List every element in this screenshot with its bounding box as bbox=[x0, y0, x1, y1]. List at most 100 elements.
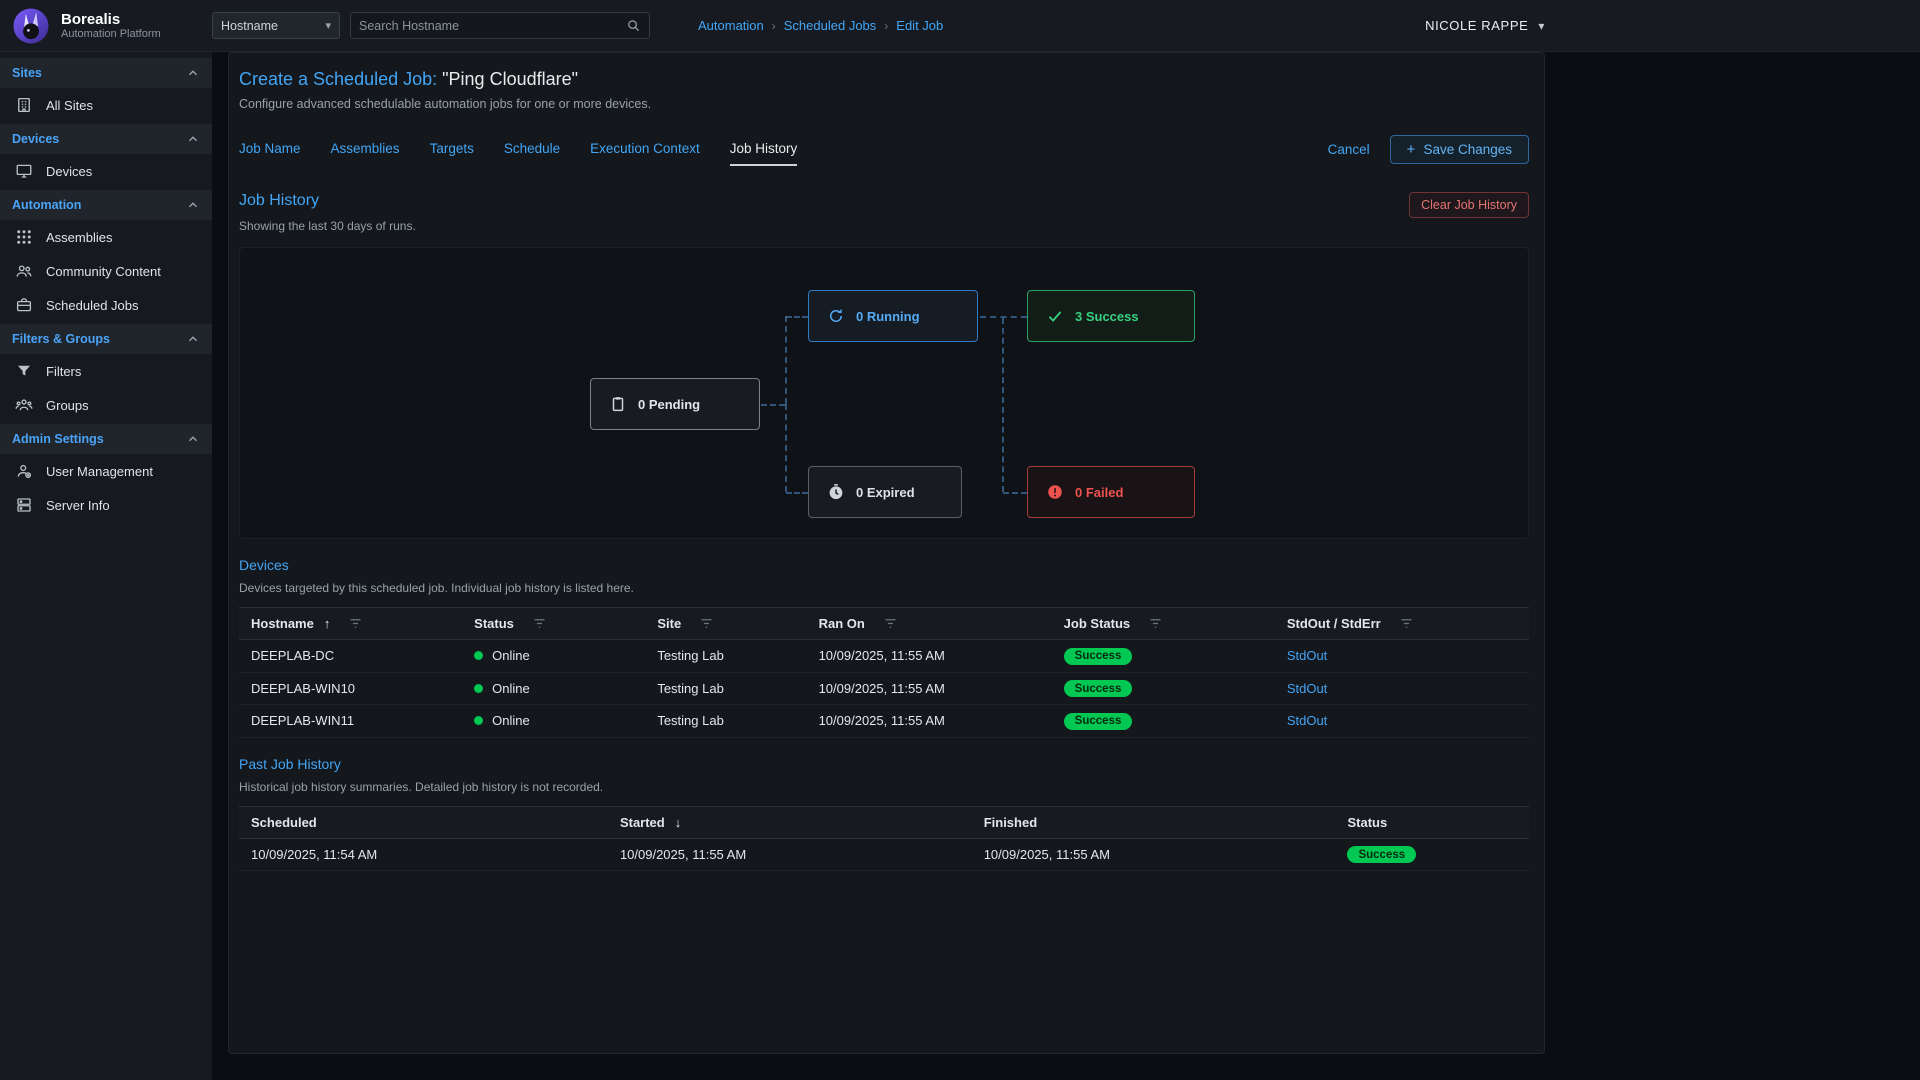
column-header-scheduled[interactable]: Scheduled bbox=[239, 806, 608, 838]
hostname-cell: DEEPLAB-DC bbox=[239, 640, 462, 673]
tab-targets[interactable]: Targets bbox=[430, 141, 474, 159]
column-label: StdOut / StdErr bbox=[1287, 616, 1381, 631]
site-cell: Testing Lab bbox=[645, 705, 806, 738]
sidebar-item-assemblies[interactable]: Assemblies bbox=[0, 220, 212, 254]
table-row: 10/09/2025, 11:54 AM 10/09/2025, 11:55 A… bbox=[239, 838, 1529, 871]
tab-job-name[interactable]: Job Name bbox=[239, 141, 301, 159]
tab-job-history[interactable]: Job History bbox=[730, 141, 798, 159]
stdout-link[interactable]: StdOut bbox=[1287, 681, 1327, 696]
sidebar-item-groups[interactable]: Groups bbox=[0, 388, 212, 422]
search-icon bbox=[626, 18, 641, 33]
sidebar-item-user-management[interactable]: User Management bbox=[0, 454, 212, 488]
job-status-cell: Success bbox=[1052, 640, 1275, 673]
breadcrumb-scheduled-jobs[interactable]: Scheduled Jobs bbox=[784, 18, 877, 33]
column-header-finished[interactable]: Finished bbox=[972, 806, 1336, 838]
sidebar-section-devices[interactable]: Devices bbox=[0, 124, 212, 154]
tabs-row: Job Name Assemblies Targets Schedule Exe… bbox=[239, 135, 1529, 164]
column-label: Scheduled bbox=[251, 815, 317, 830]
server-icon bbox=[15, 496, 33, 514]
filter-list-icon[interactable] bbox=[883, 616, 898, 631]
column-header-job-status[interactable]: Job Status bbox=[1052, 608, 1275, 640]
filter-list-icon[interactable] bbox=[348, 616, 363, 631]
hostname-select[interactable]: Hostname ▾ bbox=[212, 12, 340, 39]
column-label: Site bbox=[657, 616, 681, 631]
column-label: Job Status bbox=[1064, 616, 1130, 631]
column-header-stdout[interactable]: StdOut / StdErr bbox=[1275, 608, 1529, 640]
clear-job-history-button[interactable]: Clear Job History bbox=[1409, 192, 1529, 218]
filter-list-icon[interactable] bbox=[1399, 616, 1414, 631]
sidebar-section-label: Filters & Groups bbox=[12, 332, 110, 346]
stdout-link[interactable]: StdOut bbox=[1287, 648, 1327, 663]
job-status-cell: Success bbox=[1052, 672, 1275, 705]
sidebar-section-filters-groups[interactable]: Filters & Groups bbox=[0, 324, 212, 354]
hostname-cell: DEEPLAB-WIN10 bbox=[239, 672, 462, 705]
search-input[interactable] bbox=[359, 19, 626, 33]
groups-icon bbox=[15, 396, 33, 414]
column-label: Hostname bbox=[251, 616, 314, 631]
error-icon bbox=[1046, 483, 1064, 501]
sidebar-item-label: Filters bbox=[46, 364, 81, 379]
sidebar-item-label: Community Content bbox=[46, 264, 161, 279]
sidebar-item-all-sites[interactable]: All Sites bbox=[0, 88, 212, 122]
column-header-ran-on[interactable]: Ran On bbox=[807, 608, 1052, 640]
devices-subheading: Devices targeted by this scheduled job. … bbox=[239, 581, 1529, 595]
stdout-cell: StdOut bbox=[1275, 705, 1529, 738]
tab-execution-context[interactable]: Execution Context bbox=[590, 141, 700, 159]
column-header-started[interactable]: Started ↓ bbox=[608, 806, 972, 838]
breadcrumb-separator: › bbox=[772, 19, 776, 33]
save-changes-label: Save Changes bbox=[1423, 142, 1512, 157]
past-status-cell: Success bbox=[1335, 838, 1529, 871]
flow-node-expired: 0 Expired bbox=[808, 466, 962, 518]
filter-list-icon[interactable] bbox=[699, 616, 714, 631]
stdout-link[interactable]: StdOut bbox=[1287, 713, 1327, 728]
breadcrumb-edit-job[interactable]: Edit Job bbox=[896, 18, 943, 33]
chevron-up-icon bbox=[186, 432, 200, 446]
column-header-status[interactable]: Status bbox=[462, 608, 645, 640]
tab-schedule[interactable]: Schedule bbox=[504, 141, 560, 159]
user-menu[interactable]: NICOLE RAPPE ▾ bbox=[1425, 18, 1545, 33]
filter-list-icon[interactable] bbox=[1148, 616, 1163, 631]
scheduled-cell: 10/09/2025, 11:54 AM bbox=[239, 838, 608, 871]
column-label: Started bbox=[620, 815, 665, 830]
flow-connector bbox=[1003, 492, 1027, 494]
sidebar-section-sites[interactable]: Sites bbox=[0, 58, 212, 88]
column-label: Status bbox=[1347, 815, 1387, 830]
sidebar-item-label: Devices bbox=[46, 164, 92, 179]
tab-assemblies[interactable]: Assemblies bbox=[331, 141, 400, 159]
sidebar-section-admin-settings[interactable]: Admin Settings bbox=[0, 424, 212, 454]
edit-job-card: Create a Scheduled Job: "Ping Cloudflare… bbox=[228, 52, 1545, 1054]
column-header-hostname[interactable]: Hostname ↑ bbox=[239, 608, 462, 640]
user-name: NICOLE RAPPE bbox=[1425, 18, 1528, 33]
flow-connector bbox=[1002, 318, 1004, 492]
community-people-icon bbox=[15, 262, 33, 280]
page-subtitle: Configure advanced schedulable automatio… bbox=[239, 97, 1529, 111]
job-history-subheading: Showing the last 30 days of runs. bbox=[239, 219, 416, 233]
breadcrumb-automation[interactable]: Automation bbox=[698, 18, 764, 33]
sidebar-item-filters[interactable]: Filters bbox=[0, 354, 212, 388]
save-changes-button[interactable]: + Save Changes bbox=[1390, 135, 1529, 164]
sidebar-item-community-content[interactable]: Community Content bbox=[0, 254, 212, 288]
cancel-button[interactable]: Cancel bbox=[1328, 142, 1370, 157]
table-row: DEEPLAB-WIN10 Online Testing Lab 10/09/2… bbox=[239, 672, 1529, 705]
timer-icon bbox=[827, 483, 845, 501]
sidebar-item-scheduled-jobs[interactable]: Scheduled Jobs bbox=[0, 288, 212, 322]
column-header-past-status[interactable]: Status bbox=[1335, 806, 1529, 838]
sidebar-section-label: Admin Settings bbox=[12, 432, 104, 446]
sidebar-item-devices[interactable]: Devices bbox=[0, 154, 212, 188]
building-icon bbox=[15, 96, 33, 114]
status-badge: Success bbox=[1064, 648, 1133, 665]
hostname-search[interactable] bbox=[350, 12, 650, 39]
borealis-rabbit-logo bbox=[10, 5, 52, 47]
devices-heading: Devices bbox=[239, 557, 1529, 573]
hostname-cell: DEEPLAB-WIN11 bbox=[239, 705, 462, 738]
column-header-site[interactable]: Site bbox=[645, 608, 806, 640]
devices-table-header-row: Hostname ↑ Status Site bbox=[239, 608, 1529, 640]
sort-desc-icon: ↓ bbox=[675, 815, 682, 830]
sidebar-section-automation[interactable]: Automation bbox=[0, 190, 212, 220]
sidebar-item-server-info[interactable]: Server Info bbox=[0, 488, 212, 522]
apps-grid-icon bbox=[15, 228, 33, 246]
filter-list-icon[interactable] bbox=[532, 616, 547, 631]
chevron-down-icon: ▾ bbox=[325, 19, 331, 32]
sidebar-section-label: Devices bbox=[12, 132, 59, 146]
sidebar-item-label: Assemblies bbox=[46, 230, 112, 245]
